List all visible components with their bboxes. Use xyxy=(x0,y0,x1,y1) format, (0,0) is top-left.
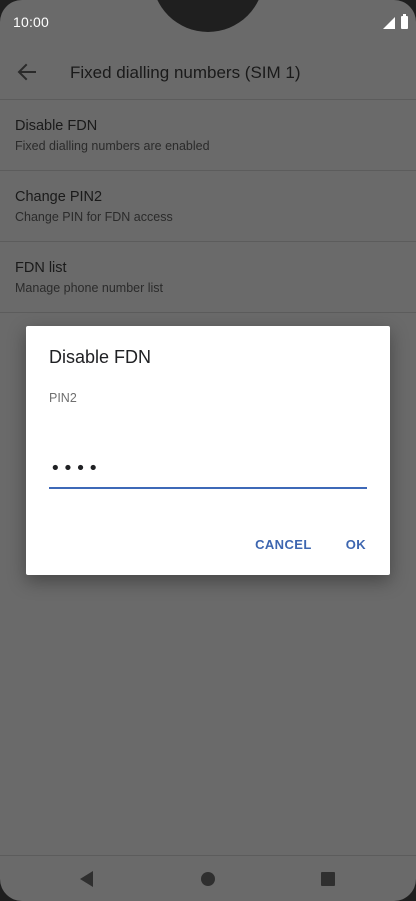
arrow-left-icon xyxy=(17,63,36,81)
back-triangle-icon[interactable] xyxy=(80,871,93,887)
recents-square-icon[interactable] xyxy=(321,872,335,886)
list-item-title: FDN list xyxy=(15,260,67,276)
cancel-button[interactable]: CANCEL xyxy=(255,537,312,552)
home-circle-icon[interactable] xyxy=(201,872,215,886)
navigation-bar xyxy=(0,855,416,901)
battery-icon xyxy=(401,14,408,29)
list-item-subtitle: Change PIN for FDN access xyxy=(15,210,173,224)
pin2-field-label: PIN2 xyxy=(49,391,77,405)
phone-screen: 10:00 Fixed dialling numbers (SIM 1) Dis… xyxy=(0,0,416,901)
disable-fdn-dialog: Disable FDN PIN2 •••• CANCEL OK xyxy=(26,326,390,575)
signal-icon xyxy=(383,17,395,29)
status-icons xyxy=(383,14,408,29)
status-bar: 10:00 xyxy=(0,0,416,44)
list-item-title: Change PIN2 xyxy=(15,189,103,205)
dialog-actions: CANCEL OK xyxy=(255,537,366,552)
list-item-subtitle: Fixed dialling numbers are enabled xyxy=(15,139,210,153)
ok-button[interactable]: OK xyxy=(346,537,366,552)
settings-list: Disable FDN Fixed dialling numbers are e… xyxy=(0,100,416,313)
app-bar: Fixed dialling numbers (SIM 1) xyxy=(0,44,416,100)
list-item-title: Disable FDN xyxy=(15,118,98,134)
back-button[interactable] xyxy=(14,59,40,85)
camera-notch xyxy=(152,0,264,32)
list-item-fdn-list[interactable]: FDN list Manage phone number list xyxy=(0,242,416,313)
list-item-change-pin2[interactable]: Change PIN2 Change PIN for FDN access xyxy=(0,171,416,242)
list-item-subtitle: Manage phone number list xyxy=(15,281,164,295)
page-title: Fixed dialling numbers (SIM 1) xyxy=(70,63,301,82)
status-time: 10:00 xyxy=(13,14,50,30)
pin2-masked-value: •••• xyxy=(50,458,101,479)
pin2-input[interactable]: •••• xyxy=(49,456,367,489)
dialog-title: Disable FDN xyxy=(49,347,152,367)
list-item-disable-fdn[interactable]: Disable FDN Fixed dialling numbers are e… xyxy=(0,100,416,171)
